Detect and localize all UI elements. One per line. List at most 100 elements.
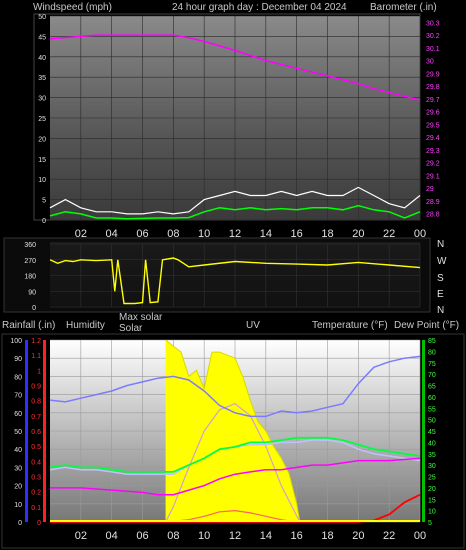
y-tick-label: 15 [38, 157, 46, 164]
rainfall-axis-label: Rainfall (.in) [2, 320, 55, 331]
x-tick-label: 16 [291, 530, 303, 542]
y-tick-label: 1.2 [31, 338, 41, 345]
top-panel: Windspeed (mph) 24 hour graph day : Dece… [33, 2, 440, 240]
graph-title: 24 hour graph day : December 04 2024 [172, 2, 347, 13]
y-tick-label: 1.1 [31, 353, 41, 360]
y-tick-label: 85 [428, 338, 436, 345]
y-tick-label: 30 [428, 463, 436, 470]
windspeed-axis-label: Windspeed (mph) [33, 2, 112, 13]
y-tick-label: 29.7 [426, 97, 440, 104]
y-tick-label: 10 [38, 177, 46, 184]
y-tick-label: 0.1 [31, 505, 41, 512]
x-tick-label: 06 [136, 530, 148, 542]
y-tick-label: 0.3 [31, 475, 41, 482]
x-tick-label: 20 [352, 530, 364, 542]
y-tick-label: 30 [38, 96, 46, 103]
y-tick-label: 90 [28, 289, 36, 296]
temperature-axis-bar [422, 340, 425, 522]
barometer-axis-label: Barometer (.in) [370, 2, 437, 13]
y-tick-label: 29.9 [426, 71, 440, 78]
y-tick-label: 80 [428, 349, 436, 356]
x-tick-label: 02 [75, 530, 87, 542]
y-tick-label: 15 [428, 497, 436, 504]
y-tick-label: 0 [18, 520, 22, 527]
y-tick-label: 360 [24, 242, 36, 249]
y-tick-label: 29.1 [426, 173, 440, 180]
y-tick-label: 28.8 [426, 212, 440, 219]
y-tick-label: 40 [14, 447, 22, 454]
top-y-right-axis: 28.8 28.9 29 29.1 29.2 29.3 29.4 29.5 29.6 29.7 29… [426, 20, 440, 218]
x-tick-label: 12 [229, 530, 241, 542]
x-tick-label: 14 [260, 530, 272, 542]
y-tick-label: 0.4 [31, 459, 41, 466]
y-tick-label: 20 [14, 484, 22, 491]
y-tick-label: 29.6 [426, 110, 440, 117]
dew-point-axis-label: Dew Point (°F) [394, 320, 459, 331]
max-solar-label: Max solar [119, 312, 163, 323]
compass-label: E [437, 289, 444, 300]
y-tick-label: 5 [428, 520, 432, 527]
y-tick-label: 20 [428, 486, 436, 493]
y-tick-label: 29.3 [426, 148, 440, 155]
y-tick-label: 70 [428, 372, 436, 379]
y-tick-label: 29.2 [426, 161, 440, 168]
y-tick-label: 35 [428, 452, 436, 459]
y-tick-label: 50 [14, 429, 22, 436]
y-tick-label: 0.6 [31, 429, 41, 436]
y-tick-label: 29.5 [426, 122, 440, 129]
x-tick-label: 08 [167, 530, 179, 542]
y-tick-label: 28.9 [426, 199, 440, 206]
y-tick-label: 45 [428, 429, 436, 436]
top-y-left-axis: 0 5 10 15 20 25 30 35 40 45 50 [38, 14, 46, 225]
y-tick-label: 55 [428, 406, 436, 413]
x-tick-label: 10 [198, 530, 210, 542]
y-tick-label: 0.8 [31, 399, 41, 406]
x-tick-label: 22 [383, 530, 395, 542]
y-tick-label: 0.2 [31, 490, 41, 497]
y-tick-label: 0 [37, 520, 41, 527]
y-tick-label: 0.5 [31, 444, 41, 451]
y-tick-label: 35 [38, 75, 46, 82]
y-tick-label: 0.9 [31, 384, 41, 391]
y-tick-label: 80 [14, 374, 22, 381]
y-tick-label: 100 [10, 338, 22, 345]
rainfall-axis-bar [43, 340, 46, 522]
middle-panel: 0 90 180 270 360 N W S E N [3, 237, 447, 316]
humidity-axis-bar [25, 340, 28, 522]
bottom-panel: 010203040506070809010000.10.20.30.40.50.… [1, 333, 465, 549]
temperature-axis-label: Temperature (°F) [312, 320, 388, 331]
y-tick-label: 25 [428, 475, 436, 482]
y-tick-label: 20 [38, 136, 46, 143]
y-tick-label: 30.3 [426, 20, 440, 27]
y-tick-label: 29 [426, 186, 434, 193]
humidity-axis-label: Humidity [66, 320, 105, 331]
y-tick-label: 50 [38, 14, 46, 21]
uv-label: UV [246, 320, 260, 331]
compass-label: S [437, 273, 444, 284]
compass-label: N [437, 239, 444, 250]
compass-label: N [437, 305, 444, 316]
x-tick-label: 00 [414, 530, 426, 542]
x-tick-label: 18 [321, 530, 333, 542]
y-tick-label: 0 [32, 305, 36, 312]
y-tick-label: 1 [37, 368, 41, 375]
y-tick-label: 270 [24, 258, 36, 265]
compass-label: W [437, 256, 447, 267]
y-tick-label: 40 [428, 440, 436, 447]
y-tick-label: 29.8 [426, 84, 440, 91]
y-tick-label: 45 [38, 34, 46, 41]
y-tick-label: 60 [14, 411, 22, 418]
y-tick-label: 10 [14, 502, 22, 509]
y-tick-label: 30.1 [426, 46, 440, 53]
y-tick-label: 70 [14, 393, 22, 400]
bottom-x-axis: 02 04 06 08 10 12 14 16 18 20 22 00 [75, 530, 426, 542]
y-tick-label: 50 [428, 418, 436, 425]
y-tick-label: 0 [42, 218, 46, 225]
y-tick-label: 40 [38, 55, 46, 62]
y-tick-label: 30 [426, 59, 434, 66]
y-tick-label: 29.4 [426, 135, 440, 142]
bottom-header: Rainfall (.in) Humidity Max solar Solar … [2, 312, 459, 334]
y-tick-label: 60 [428, 395, 436, 402]
y-tick-label: 180 [24, 274, 36, 281]
x-tick-label: 04 [106, 530, 118, 542]
